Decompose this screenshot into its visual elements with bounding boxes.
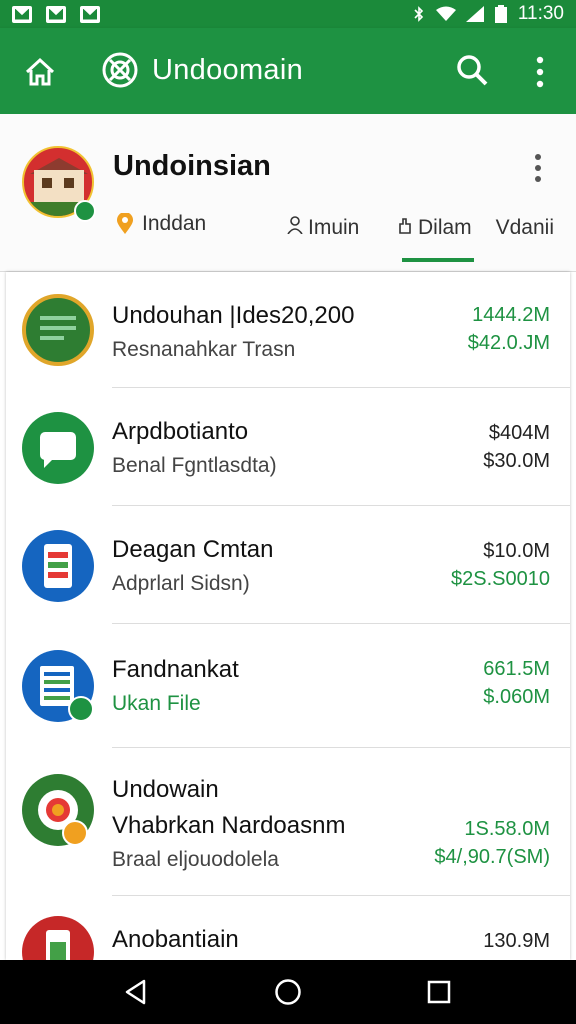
- more-vert-icon[interactable]: [528, 152, 548, 184]
- back-icon[interactable]: [122, 978, 150, 1006]
- profile-header: Undoinsian Inddan Imuin Dilam Vdanii: [0, 114, 576, 272]
- clock: 11:30: [517, 3, 564, 24]
- tab-bar: Imuin Dilam Vdanii: [286, 206, 554, 266]
- app-title: Undoomain: [152, 54, 304, 86]
- list-item[interactable]: Undouhan |Ides20,200 Resnanahkar Trasn 1…: [6, 272, 570, 388]
- phone-icon: [22, 530, 94, 602]
- home-circle-icon[interactable]: [274, 978, 302, 1006]
- image-icon: [46, 5, 66, 23]
- list-item[interactable]: Anobantiain 130.9M: [6, 896, 570, 960]
- coin-badge-icon: [62, 820, 88, 846]
- list-item[interactable]: Undowain Vhabrkan Nardoasnm Braal eljouo…: [6, 748, 570, 896]
- system-nav-bar: [0, 960, 576, 1024]
- bluetooth-icon: [414, 6, 423, 22]
- home-icon[interactable]: [22, 54, 58, 90]
- tab-dilam[interactable]: Dilam: [396, 206, 494, 266]
- list-item[interactable]: Arpdbotianto Benal Fgntlasdta) $404M $30…: [6, 388, 570, 506]
- tab-imuin[interactable]: Imuin: [286, 206, 396, 266]
- list-item[interactable]: Fandnankat Ukan File 661.5M $.060M: [6, 624, 570, 748]
- battery-icon: [494, 5, 507, 23]
- profile-name: Undoinsian: [113, 150, 271, 182]
- location: Inddan: [116, 212, 206, 236]
- app-bar: Undoomain: [0, 28, 576, 114]
- tab-vdanii[interactable]: Vdanii: [494, 206, 554, 266]
- person-icon: [287, 216, 303, 234]
- sync-badge-icon: [68, 696, 94, 722]
- wifi-icon: [435, 6, 456, 21]
- list-item[interactable]: Deagan Cmtan Adprlarl Sidsn) $10.0M $2S.…: [6, 506, 570, 624]
- status-bar: 11:30: [0, 0, 576, 28]
- mail-icon: [80, 5, 100, 23]
- search-icon[interactable]: [454, 52, 490, 88]
- verified-badge-icon: [74, 200, 96, 222]
- more-vert-icon[interactable]: [528, 54, 552, 90]
- gmail-icon: [12, 5, 32, 23]
- app-logo-icon: [102, 52, 138, 88]
- transaction-list: Undouhan |Ides20,200 Resnanahkar Trasn 1…: [6, 272, 570, 960]
- notes-icon: [22, 294, 94, 366]
- recents-icon[interactable]: [427, 980, 451, 1004]
- battery-icon: [22, 916, 94, 960]
- location-label: Inddan: [142, 212, 207, 235]
- signal-icon: [465, 6, 484, 22]
- location-pin-icon: [117, 213, 133, 234]
- chat-icon: [22, 412, 94, 484]
- hand-icon: [399, 218, 411, 234]
